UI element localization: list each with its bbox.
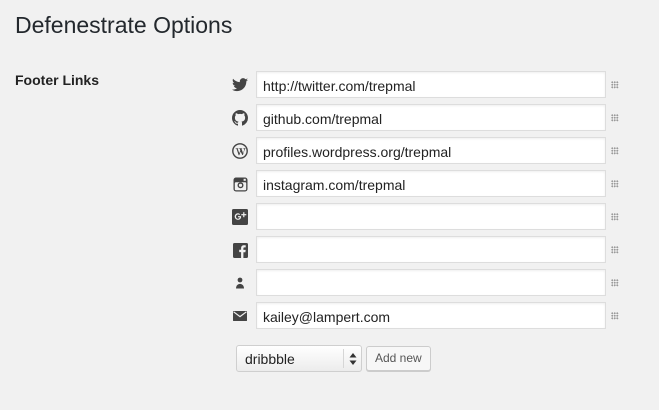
footer-link-row-facebook xyxy=(232,236,652,263)
footer-link-row-google-plus xyxy=(232,203,652,230)
footer-link-row-instagram xyxy=(232,170,652,197)
twitter-icon xyxy=(232,77,248,93)
twitter-url-field[interactable] xyxy=(256,71,606,98)
service-select[interactable]: dribbble xyxy=(236,345,362,372)
instagram-icon xyxy=(232,176,248,192)
drag-handle-icon[interactable] xyxy=(611,147,619,155)
person-url-field[interactable] xyxy=(256,269,606,296)
email-field[interactable] xyxy=(256,302,606,329)
drag-handle-icon[interactable] xyxy=(611,312,619,320)
drag-handle-icon[interactable] xyxy=(611,246,619,254)
person-icon xyxy=(232,275,248,291)
drag-handle-icon[interactable] xyxy=(611,81,619,89)
footer-links-label: Footer Links xyxy=(15,72,100,88)
select-divider xyxy=(343,349,344,368)
wordpress-url-field[interactable] xyxy=(256,137,606,164)
footer-link-row-twitter xyxy=(232,71,652,98)
instagram-url-field[interactable] xyxy=(256,170,606,197)
facebook-icon xyxy=(232,242,248,258)
github-icon xyxy=(232,110,248,126)
drag-handle-icon[interactable] xyxy=(611,180,619,188)
drag-handle-icon[interactable] xyxy=(611,114,619,122)
footer-link-row-github xyxy=(232,104,652,131)
add-new-button[interactable]: Add new xyxy=(366,346,431,371)
page-title: Defenestrate Options xyxy=(15,12,233,38)
footer-link-row-email xyxy=(232,302,652,329)
mail-icon xyxy=(232,308,248,324)
drag-handle-icon[interactable] xyxy=(611,279,619,287)
google-plus-url-field[interactable] xyxy=(256,203,606,230)
footer-links-list xyxy=(232,71,652,335)
facebook-url-field[interactable] xyxy=(256,236,606,263)
footer-link-row-person xyxy=(232,269,652,296)
wordpress-icon xyxy=(232,143,248,159)
select-arrows-icon xyxy=(348,352,358,366)
github-url-field[interactable] xyxy=(256,104,606,131)
google-plus-icon xyxy=(232,209,248,225)
footer-link-row-wordpress xyxy=(232,137,652,164)
service-select-value: dribbble xyxy=(245,351,295,367)
drag-handle-icon[interactable] xyxy=(611,213,619,221)
